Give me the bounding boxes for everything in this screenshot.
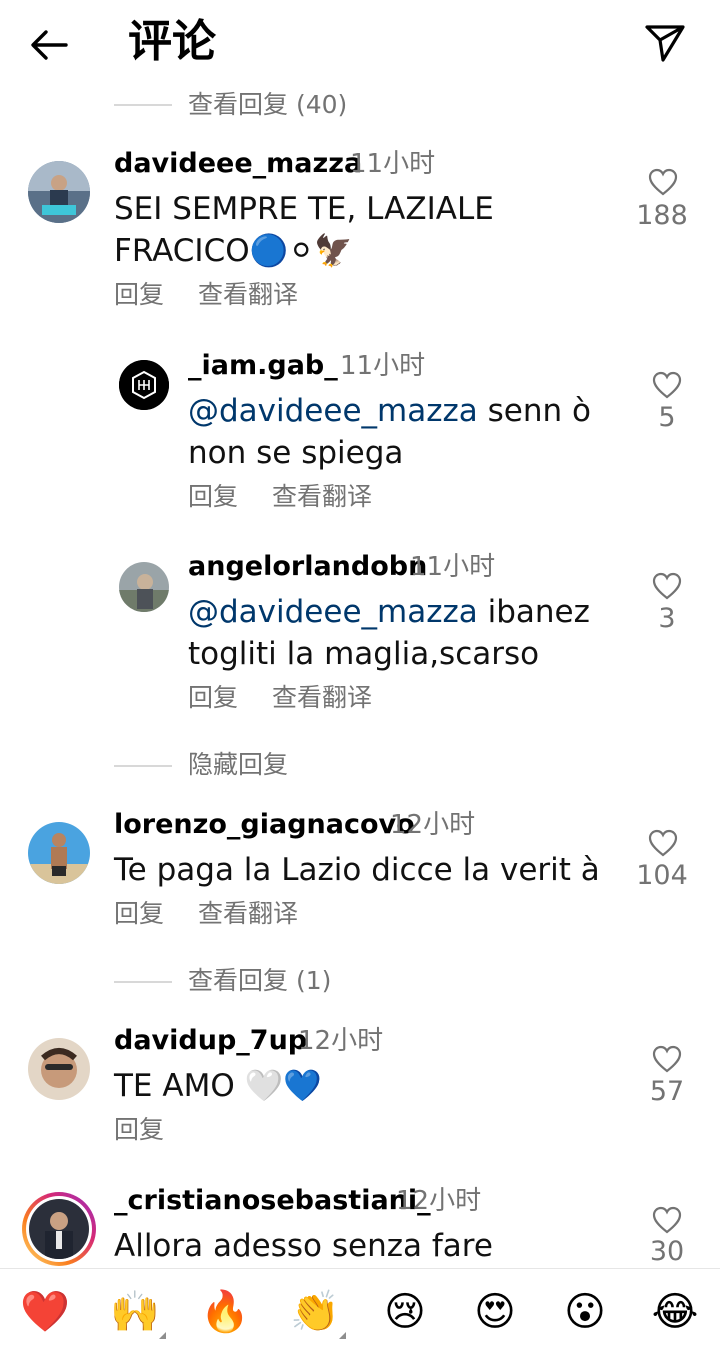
tears-of-joy-emoji-button[interactable]: 😂 [650,1287,700,1337]
like-count: 57 [649,1076,685,1107]
comment-time: 12小时 [390,810,476,840]
comment-text-line: FRACICO🔵⚪🦅 [114,233,353,269]
skin-tone-indicator-icon [339,1332,346,1339]
heart-icon[interactable] [648,829,678,857]
like-count: 188 [636,200,688,231]
page-title: 评论 [128,16,216,67]
mention-link[interactable]: @davideee_mazza [188,393,478,429]
clapping-hands-emoji-button[interactable]: 👏 [290,1287,340,1337]
reply-button[interactable]: 回复 [114,899,164,928]
comment-text-line: Allora adesso senza fare [114,1228,493,1264]
reply-button[interactable]: 回复 [114,280,164,309]
reply-button[interactable]: 回复 [188,683,238,712]
fire-emoji-button[interactable]: 🔥 [200,1287,250,1337]
heart-icon[interactable] [652,1206,682,1234]
avatar[interactable] [28,822,90,884]
comment-actions: 回复 查看翻译 [114,897,324,931]
reply-username[interactable]: angelorlandobn [188,549,427,585]
comment-time: 12小时 [396,1186,482,1216]
story-ring-avatar[interactable] [22,1192,96,1266]
heart-icon[interactable] [652,1045,682,1073]
reply-time: 11小时 [340,351,426,381]
comment-username[interactable]: lorenzo_giagnacovo [114,807,415,843]
reply-text-line: @davideee_mazza ibanez [188,594,590,630]
reply-text-line: @davideee_mazza senn ò [188,393,591,429]
red-heart-emoji-button[interactable]: ❤️ [20,1287,70,1337]
like-count: 5 [658,402,676,433]
surprised-face-emoji-button[interactable]: 😮 [560,1287,610,1337]
reply-actions: 回复 查看翻译 [188,681,398,715]
like-count: 3 [658,603,676,634]
comment-text-line: TE AMO 🤍💙 [114,1068,322,1104]
view-replies-toggle[interactable]: 查看回复 (1) [188,964,331,998]
hide-replies-toggle[interactable]: 隐藏回复 [188,748,288,782]
avatar[interactable] [119,360,169,410]
reply-button[interactable]: 回复 [114,1115,164,1144]
comment-text-line: Te paga la Lazio dicce la verit à [114,852,600,888]
comment-username[interactable]: davidup_7up [114,1023,307,1059]
comment-text-line: SEI SEMPRE TE, LAZIALE [114,191,494,227]
reply-username[interactable]: _iam.gab_ [188,348,338,384]
reply-text-line: togliti la maglia,scarso [188,636,540,672]
send-icon[interactable] [642,20,688,66]
divider-line [114,765,172,767]
like-count: 30 [649,1236,685,1267]
see-translation-button[interactable]: 查看翻译 [198,899,298,928]
like-count: 104 [636,860,688,891]
see-translation-button[interactable]: 查看翻译 [198,280,298,309]
header: 评论 [0,0,720,86]
skin-tone-indicator-icon [159,1332,166,1339]
back-arrow-icon[interactable] [26,22,72,68]
view-replies-toggle[interactable]: 查看回复 (40) [188,88,347,122]
divider-line [114,981,172,983]
comment-actions: 回复 查看翻译 [114,278,324,312]
heart-icon[interactable] [652,572,682,600]
heart-icon[interactable] [648,168,678,196]
reply-text-line: non se spiega [188,435,404,471]
comment-time: 11小时 [350,149,436,179]
see-translation-button[interactable]: 查看翻译 [272,683,372,712]
raising-hands-emoji-button[interactable]: 🙌 [110,1287,160,1337]
comment-actions: 回复 [114,1113,190,1147]
reply-time: 11小时 [410,552,496,582]
avatar[interactable] [28,1038,90,1100]
comment-time: 12小时 [298,1026,384,1056]
reply-actions: 回复 查看翻译 [188,480,398,514]
avatar[interactable] [119,562,169,612]
reply-button[interactable]: 回复 [188,482,238,511]
emoji-reaction-bar: ❤️ 🙌 🔥 👏 😢 😍 😮 😂 [0,1268,720,1361]
see-translation-button[interactable]: 查看翻译 [272,482,372,511]
avatar[interactable] [28,161,90,223]
crying-face-emoji-button[interactable]: 😢 [380,1287,430,1337]
mention-link[interactable]: @davideee_mazza [188,594,478,630]
divider-line [114,104,172,106]
comment-username[interactable]: davideee_mazza [114,146,362,182]
comment-username[interactable]: _cristianosebastiani_ [114,1183,431,1219]
heart-eyes-emoji-button[interactable]: 😍 [470,1287,520,1337]
heart-icon[interactable] [652,371,682,399]
